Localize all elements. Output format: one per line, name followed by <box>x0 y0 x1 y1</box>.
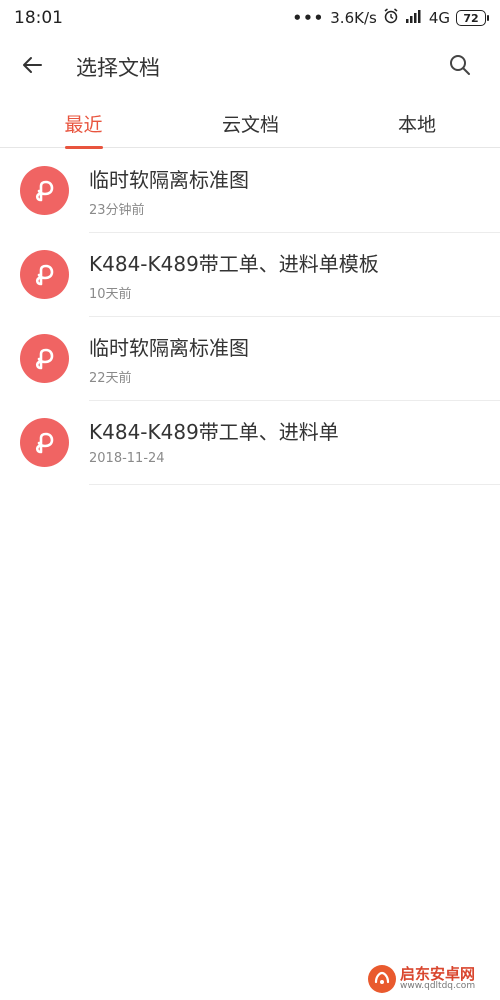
tab-bar: 最近 云文档 本地 <box>0 98 500 149</box>
network-speed: 3.6K/s <box>330 9 377 27</box>
page-title: 选择文档 <box>76 56 160 80</box>
app-bar: 选择文档 <box>0 36 500 98</box>
tab-label: 最近 <box>64 113 103 136</box>
network-type: 4G <box>428 9 450 27</box>
document-time: 10天前 <box>89 287 132 302</box>
tab-label: 云文档 <box>221 113 279 136</box>
document-name: 临时软隔离标准图 <box>89 168 249 192</box>
search-icon <box>448 53 472 81</box>
document-time: 2018-11-24 <box>89 451 165 466</box>
wps-pdf-icon <box>20 418 69 467</box>
list-item-text: K484-K489带工单、进料单模板 10天前 <box>89 233 500 317</box>
watermark-name: 启东安卓网 <box>400 964 476 983</box>
status-indicators: ••• 3.6K/s 4G 72 <box>292 8 489 28</box>
list-item[interactable]: K484-K489带工单、进料单 2018-11-24 <box>0 401 500 485</box>
alarm-icon <box>383 8 399 28</box>
document-time: 23分钟前 <box>89 203 145 218</box>
arrow-left-icon <box>20 53 44 81</box>
list-item-text: K484-K489带工单、进料单 2018-11-24 <box>89 401 500 485</box>
document-name: 临时软隔离标准图 <box>89 336 249 360</box>
signal-icon <box>405 9 423 27</box>
status-bar: 18:01 ••• 3.6K/s 4G 72 <box>0 0 500 36</box>
document-name: K484-K489带工单、进料单模板 <box>89 252 379 276</box>
list-item[interactable]: K484-K489带工单、进料单模板 10天前 <box>0 233 500 317</box>
watermark-logo-icon <box>368 965 396 993</box>
document-name: K484-K489带工单、进料单 <box>89 420 339 444</box>
tab-recent[interactable]: 最近 <box>0 98 167 149</box>
watermark-text: 启东安卓网 www.qdltdq.com <box>400 966 475 992</box>
status-time: 18:01 <box>14 8 63 28</box>
tab-cloud-docs[interactable]: 云文档 <box>167 98 334 148</box>
notification-dots: ••• <box>292 9 325 27</box>
wps-pdf-icon <box>20 250 69 299</box>
list-item-text: 临时软隔离标准图 23分钟前 <box>89 149 500 233</box>
search-button[interactable] <box>432 36 488 98</box>
battery-level: 72 <box>463 11 479 25</box>
document-time: 22天前 <box>89 371 132 386</box>
screen: 18:01 ••• 3.6K/s 4G 72 选择文档 最近 云文档 本地 临时… <box>0 0 500 1000</box>
watermark-url: www.qdltdq.com <box>400 981 476 992</box>
back-button[interactable] <box>0 36 64 98</box>
document-list: 临时软隔离标准图 23分钟前 K484-K489带工单、进料单模板 10天前 临… <box>0 149 500 485</box>
watermark: 启东安卓网 www.qdltdq.com <box>368 962 494 996</box>
wps-pdf-icon <box>20 334 69 383</box>
list-item-text: 临时软隔离标准图 22天前 <box>89 317 500 401</box>
tab-local[interactable]: 本地 <box>334 98 500 148</box>
list-item[interactable]: 临时软隔离标准图 22天前 <box>0 317 500 401</box>
wps-pdf-icon <box>20 166 69 215</box>
list-item[interactable]: 临时软隔离标准图 23分钟前 <box>0 149 500 233</box>
tab-label: 本地 <box>397 113 436 136</box>
battery-icon: 72 <box>456 10 489 26</box>
